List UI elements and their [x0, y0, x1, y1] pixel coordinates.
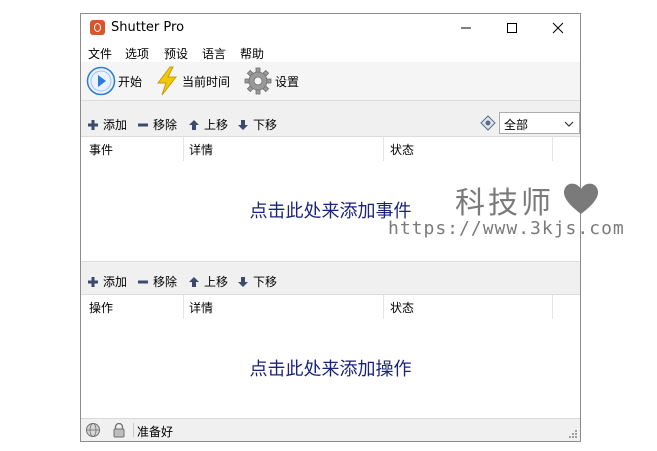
actions-add-hint[interactable]: 点击此处来添加操作: [81, 355, 580, 381]
arrow-up-icon: [189, 276, 199, 287]
status-divider: [133, 423, 134, 437]
events-remove-label: 移除: [153, 118, 178, 132]
event-filter-select[interactable]: 全部: [499, 112, 580, 134]
events-add-label: 添加: [103, 118, 128, 132]
plus-icon: [88, 119, 98, 130]
events-col-details[interactable]: 详情: [189, 141, 213, 158]
current-time-label: 当前时间: [182, 74, 231, 89]
maximize-button[interactable]: [489, 14, 535, 42]
title-bar: Shutter Pro: [81, 14, 580, 42]
actions-remove-button[interactable]: 移除: [137, 273, 177, 290]
current-time-button[interactable]: 当前时间: [154, 66, 230, 96]
menu-presets[interactable]: 预设: [164, 45, 188, 62]
settings-button[interactable]: 设置: [243, 66, 299, 96]
events-move-down-label: 下移: [253, 118, 278, 132]
menu-language[interactable]: 语言: [202, 45, 226, 62]
globe-icon: [86, 423, 100, 437]
close-button[interactable]: [535, 14, 581, 42]
minus-icon: [138, 280, 148, 283]
actions-add-label: 添加: [103, 275, 128, 289]
heart-icon: [563, 183, 599, 214]
actions-add-button[interactable]: 添加: [87, 273, 127, 290]
events-col-event[interactable]: 事件: [89, 141, 113, 158]
column-divider: [552, 295, 553, 319]
event-filter-value: 全部: [504, 118, 529, 132]
column-divider: [383, 295, 384, 319]
settings-label: 设置: [275, 74, 300, 89]
events-col-status[interactable]: 状态: [390, 141, 414, 158]
main-toolbar: 开始 当前时间 设置: [81, 62, 580, 101]
plus-icon: [88, 276, 98, 287]
status-bar: 准备好: [81, 418, 580, 441]
window-title: Shutter Pro: [111, 20, 185, 35]
actions-move-down-button[interactable]: 下移: [237, 273, 277, 290]
actions-col-action[interactable]: 操作: [89, 299, 113, 316]
column-divider: [383, 137, 384, 161]
shutter-app-icon: [90, 20, 105, 35]
events-remove-button[interactable]: 移除: [137, 116, 177, 133]
actions-toolbar: 添加 移除 上移 下移: [81, 266, 580, 294]
column-divider: [552, 137, 553, 161]
actions-table-header: 操作 详情 状态: [81, 295, 580, 319]
chevron-down-icon: [564, 121, 574, 127]
watermark-name: 科技师: [455, 186, 554, 221]
actions-table[interactable]: 操作 详情 状态 点击此处来添加操作: [81, 294, 580, 420]
menu-bar: 文件 选项 预设 语言 帮助: [81, 42, 580, 62]
minimize-icon: [461, 27, 471, 29]
actions-col-status[interactable]: 状态: [390, 299, 414, 316]
menu-file[interactable]: 文件: [88, 45, 112, 62]
actions-col-details[interactable]: 详情: [189, 299, 213, 316]
events-table-header: 事件 详情 状态: [81, 137, 580, 161]
arrow-down-icon: [238, 119, 248, 130]
menu-options[interactable]: 选项: [125, 45, 149, 62]
events-move-up-button[interactable]: 上移: [188, 116, 228, 133]
lock-icon: [113, 422, 125, 438]
resize-grip-icon[interactable]: [568, 429, 578, 439]
menu-help[interactable]: 帮助: [240, 45, 264, 62]
gear-icon: [244, 67, 272, 95]
events-toolbar: 添加 移除 上移 下移 全部: [81, 109, 580, 137]
lightning-icon: [157, 66, 178, 96]
actions-move-down-label: 下移: [253, 275, 278, 289]
arrow-down-icon: [238, 276, 248, 287]
arrow-up-icon: [189, 119, 199, 130]
close-icon: [552, 22, 564, 34]
events-move-up-label: 上移: [204, 118, 229, 132]
events-add-button[interactable]: 添加: [87, 116, 127, 133]
events-move-down-button[interactable]: 下移: [237, 116, 277, 133]
filter-icon: [480, 115, 496, 131]
actions-move-up-label: 上移: [204, 275, 229, 289]
play-icon: [86, 66, 116, 96]
status-text: 准备好: [137, 425, 174, 439]
start-label: 开始: [118, 74, 143, 89]
actions-move-up-button[interactable]: 上移: [188, 273, 228, 290]
minimize-button[interactable]: [443, 14, 489, 42]
maximize-icon: [507, 23, 517, 33]
column-divider: [183, 295, 184, 319]
start-button[interactable]: 开始: [86, 66, 142, 96]
minus-icon: [138, 123, 148, 126]
column-divider: [183, 137, 184, 161]
actions-remove-label: 移除: [153, 275, 178, 289]
watermark-url: https://www.3kjs.com: [388, 218, 625, 239]
